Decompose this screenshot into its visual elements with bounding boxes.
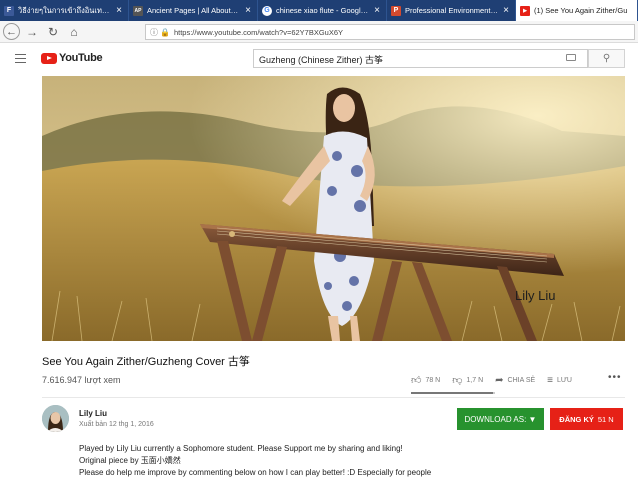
search-icon: ⚲ (602, 53, 611, 64)
browser-tab-strip: F วิธีง่ายๆในการเข้าถึงอินเทอร์เน็ต × AP… (0, 0, 638, 21)
video-player[interactable]: Lily Liu (42, 76, 625, 341)
channel-name[interactable]: Lily Liu (79, 409, 107, 418)
url-text[interactable]: https://www.youtube.com/watch?v=62Y7BXGu… (174, 28, 343, 37)
youtube-icon: ▶ (520, 5, 530, 16)
info-icon[interactable]: ⓘ (150, 27, 158, 38)
subscribe-label: ĐĂNG KÝ (559, 414, 594, 424)
view-count: 7.616.947 lượt xem (42, 375, 121, 385)
description-line: Please do help me improve by commenting … (79, 468, 432, 477)
tab-label: (1) See You Again Zither/Gu (534, 6, 628, 15)
address-bar[interactable]: ⓘ 🔒 https://www.youtube.com/watch?v=62Y7… (145, 24, 635, 40)
lock-icon: 🔒 (160, 27, 170, 37)
browser-tab[interactable]: F วิธีง่ายๆในการเข้าถึงอินเทอร์เน็ต × (0, 0, 129, 21)
share-label: CHIA SẺ (507, 376, 536, 384)
browser-tab[interactable]: G chinese xiao flute - Google Se × (258, 0, 387, 21)
close-icon[interactable]: × (501, 5, 511, 16)
google-icon: G (262, 5, 272, 16)
tab-label: Ancient Pages | All About The (147, 6, 240, 15)
download-button[interactable]: DOWNLOAD AS: ▼ (457, 408, 544, 430)
reload-icon[interactable]: ↻ (44, 23, 62, 41)
like-ratio-bar (411, 392, 495, 394)
search-button[interactable]: ⚲ (588, 49, 625, 68)
description-line: Original piece by 玉面小嬌然 (79, 456, 181, 465)
thumbs-up-icon: 👍︎ (411, 375, 422, 386)
like-button[interactable]: 👍︎ 78 N (411, 374, 440, 386)
share-arrow-icon: ➦ (495, 374, 504, 386)
youtube-header: YouTube Guzheng (Chinese Zither) 古筝 ⚲ (0, 43, 638, 75)
youtube-play-icon (41, 52, 57, 64)
close-icon[interactable]: × (372, 5, 382, 16)
divider (42, 397, 625, 398)
back-arrow-icon[interactable]: ← (3, 23, 20, 40)
video-description: Played by Lily Liu currently a Sophomore… (79, 443, 431, 479)
youtube-wordmark: YouTube (59, 52, 103, 64)
keyboard-icon[interactable] (566, 54, 576, 61)
menu-icon[interactable] (15, 54, 26, 63)
browser-tab[interactable]: AP Ancient Pages | All About The × (129, 0, 258, 21)
avatar-image (42, 405, 69, 432)
home-icon[interactable]: ⌂ (65, 23, 83, 41)
close-icon[interactable]: × (243, 5, 253, 16)
search-input[interactable]: Guzheng (Chinese Zither) 古筝 (253, 49, 588, 68)
video-actions: 👍︎ 78 N 👎︎ 1,7 N ➦ CHIA SẺ ≡ LƯU (411, 374, 584, 387)
close-icon[interactable]: × (114, 5, 124, 16)
tab-label: วิธีง่ายๆในการเข้าถึงอินเทอร์เน็ต (18, 5, 111, 15)
facebook-icon: F (4, 5, 14, 16)
share-button[interactable]: ➦ CHIA SẺ (495, 375, 535, 386)
avatar[interactable] (42, 405, 69, 432)
dislike-count: 1,7 N (466, 376, 484, 384)
subscribe-button[interactable]: ĐĂNG KÝ 51 N (550, 408, 623, 430)
tab-label: chinese xiao flute - Google Se (276, 6, 369, 15)
tab-label: Professional Environmental Pu (405, 6, 498, 15)
shield-icon: P (391, 5, 401, 16)
description-line: Played by Lily Liu currently a Sophomore… (79, 444, 403, 453)
save-button[interactable]: ≡ LƯU (547, 375, 572, 386)
thumbs-down-icon: 👎︎ (452, 375, 463, 386)
youtube-logo[interactable]: YouTube (41, 52, 103, 64)
ancient-pages-icon: AP (133, 5, 143, 16)
subscriber-count: 51 N (597, 414, 614, 424)
publish-date: Xuất bản 12 thg 1, 2016 (79, 421, 154, 428)
browser-tab[interactable]: P Professional Environmental Pu × (387, 0, 516, 21)
like-ratio-fill (411, 392, 494, 394)
save-label: LƯU (557, 376, 572, 384)
browser-tab-active[interactable]: ▶ (1) See You Again Zither/Gu (516, 0, 638, 21)
forward-arrow-icon[interactable]: → (23, 23, 41, 41)
more-options-icon[interactable]: ••• (608, 372, 622, 383)
video-title: See You Again Zither/Guzheng Cover 古筝 (42, 356, 250, 368)
video-watermark: Lily Liu (515, 288, 556, 303)
like-count: 78 N (425, 376, 441, 384)
browser-toolbar: ← → ↻ ⌂ ⓘ 🔒 https://www.youtube.com/watc… (0, 21, 638, 43)
add-to-playlist-icon: ≡ (547, 374, 553, 386)
dislike-button[interactable]: 👎︎ 1,7 N (452, 374, 483, 386)
